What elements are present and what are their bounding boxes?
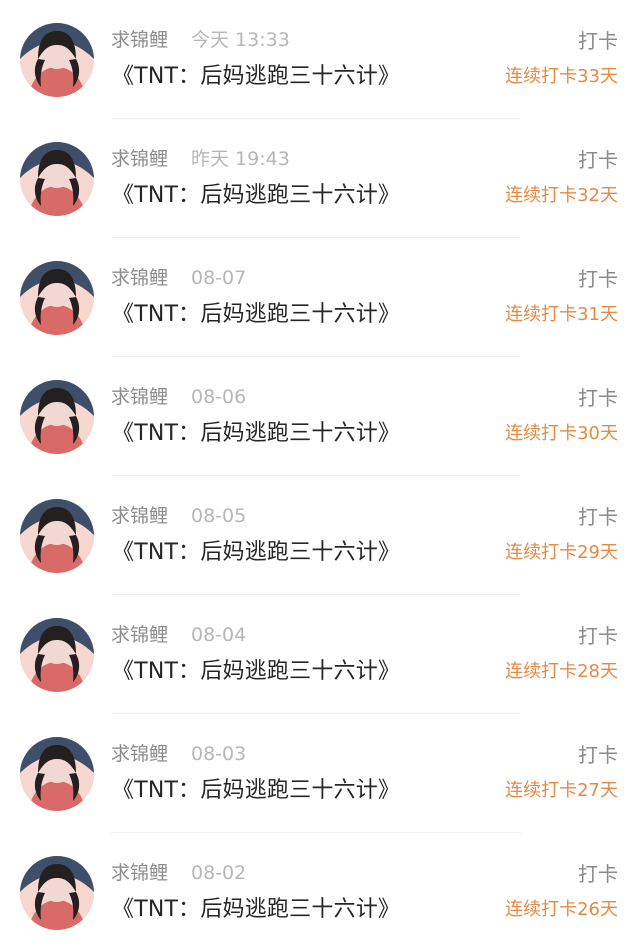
user-name: 求锦鲤 (111, 386, 169, 408)
post-time: 今天 13:33 (191, 29, 290, 51)
post-title[interactable]: 《TNT：后妈逃跑三十六计》 (112, 776, 400, 806)
list-item[interactable]: 求锦鲤 08-02 《TNT：后妈逃跑三十六计》 打卡 连续打卡26天 (0, 833, 640, 952)
checkin-feed: 求锦鲤 今天 13:33 《TNT：后妈逃跑三十六计》 打卡 连续打卡33天 求… (0, 0, 640, 946)
avatar-icon[interactable] (20, 261, 94, 335)
streak-label: 连续打卡30天 (505, 423, 618, 444)
post-time: 08-07 (191, 267, 247, 289)
checkin-label: 打卡 (578, 148, 618, 172)
user-name: 求锦鲤 (111, 29, 169, 51)
post-title[interactable]: 《TNT：后妈逃跑三十六计》 (112, 419, 400, 449)
streak-label: 连续打卡27天 (505, 780, 618, 801)
post-time: 08-05 (191, 505, 247, 527)
avatar-icon[interactable] (20, 618, 94, 692)
list-item[interactable]: 求锦鲤 08-07 《TNT：后妈逃跑三十六计》 打卡 连续打卡31天 (0, 238, 640, 357)
streak-label: 连续打卡28天 (505, 661, 618, 682)
list-item[interactable]: 求锦鲤 08-04 《TNT：后妈逃跑三十六计》 打卡 连续打卡28天 (0, 595, 640, 714)
streak-label: 连续打卡26天 (505, 899, 618, 920)
user-name: 求锦鲤 (111, 267, 169, 289)
post-title[interactable]: 《TNT：后妈逃跑三十六计》 (112, 62, 400, 92)
avatar-icon[interactable] (20, 23, 94, 97)
post-time: 08-06 (191, 386, 247, 408)
list-item[interactable]: 求锦鲤 昨天 19:43 《TNT：后妈逃跑三十六计》 打卡 连续打卡32天 (0, 119, 640, 238)
checkin-label: 打卡 (578, 743, 618, 767)
list-item[interactable]: 求锦鲤 08-06 《TNT：后妈逃跑三十六计》 打卡 连续打卡30天 (0, 357, 640, 476)
streak-label: 连续打卡29天 (505, 542, 618, 563)
checkin-label: 打卡 (578, 624, 618, 648)
user-name: 求锦鲤 (111, 505, 169, 527)
streak-label: 连续打卡31天 (505, 304, 618, 325)
user-name: 求锦鲤 (111, 148, 169, 170)
user-name: 求锦鲤 (111, 624, 169, 646)
avatar-icon[interactable] (20, 499, 94, 573)
checkin-label: 打卡 (578, 505, 618, 529)
post-title[interactable]: 《TNT：后妈逃跑三十六计》 (112, 538, 400, 568)
avatar-icon[interactable] (20, 737, 94, 811)
post-title[interactable]: 《TNT：后妈逃跑三十六计》 (112, 657, 400, 687)
post-time: 昨天 19:43 (191, 148, 290, 170)
avatar-icon[interactable] (20, 856, 94, 930)
user-name: 求锦鲤 (111, 743, 169, 765)
checkin-label: 打卡 (578, 862, 618, 886)
checkin-label: 打卡 (578, 29, 618, 53)
streak-label: 连续打卡32天 (505, 185, 618, 206)
post-title[interactable]: 《TNT：后妈逃跑三十六计》 (112, 895, 400, 925)
post-time: 08-04 (191, 624, 247, 646)
user-name: 求锦鲤 (111, 862, 169, 884)
checkin-label: 打卡 (578, 267, 618, 291)
checkin-label: 打卡 (578, 386, 618, 410)
post-title[interactable]: 《TNT：后妈逃跑三十六计》 (112, 300, 400, 330)
post-title[interactable]: 《TNT：后妈逃跑三十六计》 (112, 181, 400, 211)
post-time: 08-03 (191, 743, 247, 765)
avatar-icon[interactable] (20, 380, 94, 454)
streak-label: 连续打卡33天 (505, 66, 618, 87)
avatar-icon[interactable] (20, 142, 94, 216)
list-item[interactable]: 求锦鲤 今天 13:33 《TNT：后妈逃跑三十六计》 打卡 连续打卡33天 (0, 0, 640, 119)
list-item[interactable]: 求锦鲤 08-05 《TNT：后妈逃跑三十六计》 打卡 连续打卡29天 (0, 476, 640, 595)
post-time: 08-02 (191, 862, 247, 884)
list-item[interactable]: 求锦鲤 08-03 《TNT：后妈逃跑三十六计》 打卡 连续打卡27天 (0, 714, 640, 833)
